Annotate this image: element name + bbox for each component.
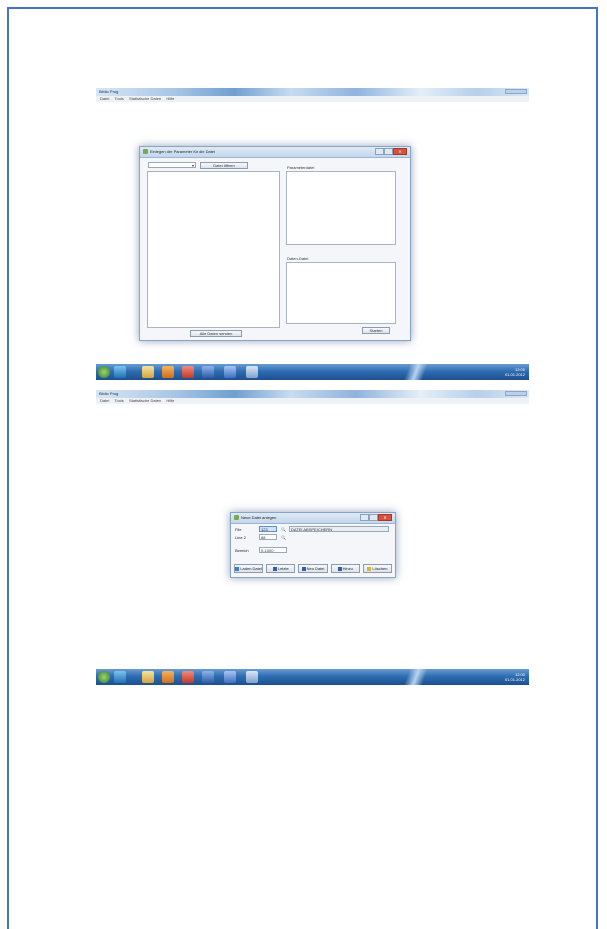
start-orb-icon[interactable] [98, 671, 110, 683]
dialog-title: Neue Datei anlegen [241, 515, 277, 520]
taskbar-highlight [396, 669, 436, 685]
search-icon[interactable]: 🔍 [281, 535, 286, 540]
explorer-icon[interactable] [142, 366, 154, 378]
back-icon [272, 566, 277, 571]
last-button[interactable]: Letzte [266, 564, 296, 573]
window-controls[interactable] [505, 89, 527, 94]
send-all-button[interactable]: Alle Daten senden [190, 330, 242, 337]
app-title: Biblio Prog [99, 89, 119, 94]
desktop-area: Einlegen der Parameter für die Datei ✕ ▾… [96, 102, 529, 364]
search-icon[interactable]: 🔍 [281, 527, 286, 532]
parameter-dialog: Einlegen der Parameter für die Datei ✕ ▾… [139, 146, 411, 341]
app-titlebar: Biblio Prog [96, 88, 529, 96]
ie-icon[interactable] [114, 366, 126, 378]
add-icon [337, 566, 342, 571]
app-icon [234, 515, 239, 520]
row3-label: Bereich [235, 548, 249, 553]
media-icon[interactable] [162, 366, 174, 378]
row1-input[interactable]: 123 [259, 526, 277, 532]
dialog-window-buttons: ✕ [375, 148, 407, 155]
new-icon [301, 566, 306, 571]
app-title: Biblio Prog [99, 391, 119, 396]
system-tray[interactable]: 12:00 01.01.2012 [445, 367, 525, 377]
load-icon [235, 566, 240, 571]
app-blue-icon[interactable] [224, 366, 236, 378]
taskbar: 12:00 01.01.2012 [96, 669, 529, 685]
minimize-button[interactable] [375, 148, 384, 155]
new-file-button[interactable]: Neu Datei [298, 564, 328, 573]
app-gear-icon[interactable] [246, 671, 258, 683]
close-button[interactable]: ✕ [378, 514, 392, 521]
params-label: Parameterdatei [287, 165, 315, 170]
app-titlebar: Biblio Prog [96, 390, 529, 398]
close-button[interactable]: ✕ [393, 148, 407, 155]
window-controls[interactable] [505, 391, 527, 396]
word-icon[interactable] [202, 671, 214, 683]
data-list[interactable] [286, 262, 396, 324]
maximize-button[interactable] [369, 514, 378, 521]
screenshot-1: Biblio Prog Datei Tools Statistische Dat… [96, 88, 529, 380]
word-icon[interactable] [202, 366, 214, 378]
taskbar-highlight [396, 364, 436, 380]
delete-icon [367, 566, 372, 571]
app-icon [143, 149, 148, 154]
clock: 12:00 01.01.2012 [504, 672, 525, 682]
taskbar: 12:00 01.01.2012 [96, 364, 529, 380]
desktop-area: Neue Datei anlegen ✕ File 123 🔍 DATEI AB… [96, 404, 529, 669]
clock: 12:00 01.01.2012 [504, 367, 525, 377]
params-list[interactable] [286, 171, 396, 245]
start-orb-icon[interactable] [98, 366, 110, 378]
open-file-button[interactable]: Datei öffnen [200, 162, 248, 169]
app-gear-icon[interactable] [246, 366, 258, 378]
row2-input[interactable]: 88 [259, 534, 277, 540]
dialog-title: Einlegen der Parameter für die Datei [150, 149, 215, 154]
new-file-dialog: Neue Datei anlegen ✕ File 123 🔍 DATEI AB… [230, 512, 396, 578]
row2-label: Line 2 [235, 535, 246, 540]
row3-input[interactable]: 0-1000 [259, 547, 287, 553]
dialog-button-row: Laden Datei Letzte Neu Datei Hinzu Lösch… [234, 564, 393, 573]
delete-button[interactable]: Löschen [362, 564, 393, 573]
app-red-icon[interactable] [182, 671, 194, 683]
load-file-button[interactable]: Laden Datei [234, 564, 264, 573]
app-blue-icon[interactable] [224, 671, 236, 683]
explorer-icon[interactable] [142, 671, 154, 683]
row1-extra-field[interactable]: DATEI ABSPEICHERN [289, 526, 389, 532]
add-button[interactable]: Hinzu [330, 564, 360, 573]
file-list[interactable] [147, 171, 280, 328]
media-icon[interactable] [162, 671, 174, 683]
file-type-dropdown[interactable]: ▾ [148, 162, 196, 168]
ie-icon[interactable] [114, 671, 126, 683]
app-red-icon[interactable] [182, 366, 194, 378]
row1-label: File [235, 527, 242, 532]
dialog-titlebar: Einlegen der Parameter für die Datei ✕ [140, 147, 410, 158]
minimize-button[interactable] [360, 514, 369, 521]
chevron-down-icon: ▾ [191, 163, 194, 168]
screenshot-2: Biblio Prog Datei Tools Statistische Dat… [96, 390, 529, 685]
dialog-titlebar: Neue Datei anlegen ✕ [231, 513, 395, 524]
maximize-button[interactable] [384, 148, 393, 155]
dialog-window-buttons: ✕ [360, 514, 392, 521]
system-tray[interactable]: 12:00 01.01.2012 [445, 672, 525, 682]
start-button[interactable]: Starten [362, 327, 390, 334]
data-label: Daten-Datei [287, 256, 309, 261]
